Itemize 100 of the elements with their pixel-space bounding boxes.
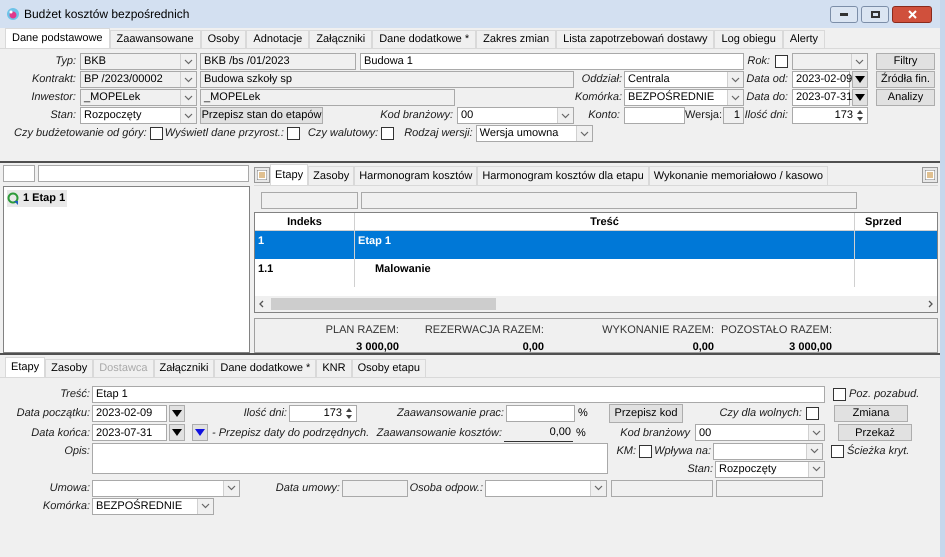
text-field[interactable]: 2023-07-31 bbox=[92, 424, 167, 442]
toolbar-button[interactable] bbox=[922, 167, 938, 183]
tab[interactable]: Załączniki bbox=[309, 30, 372, 48]
toolbar-button[interactable] bbox=[254, 167, 270, 183]
tab[interactable]: Osoby bbox=[200, 30, 246, 48]
tab[interactable]: Etapy bbox=[5, 357, 46, 377]
tab[interactable]: Zasoby bbox=[45, 359, 94, 377]
checkbox[interactable] bbox=[381, 127, 394, 140]
text-field[interactable]: Budowa 1 bbox=[360, 53, 744, 70]
caret-icon bbox=[184, 76, 193, 82]
dropdown[interactable]: 00 bbox=[695, 424, 825, 442]
tab[interactable]: Lista zapotrzebowań dostawy bbox=[556, 30, 714, 48]
text-field[interactable]: 2023-02-09 bbox=[92, 405, 167, 422]
text-field[interactable]: 2023-07-31 bbox=[792, 89, 850, 106]
table-row[interactable]: 1 Etap 1 bbox=[255, 231, 937, 259]
tree-item[interactable]: 1 Etap 1 bbox=[7, 190, 68, 206]
dropdown[interactable]: BEZPOŚREDNIE bbox=[624, 89, 744, 106]
field-label: Wpływa na: bbox=[653, 444, 712, 459]
dropdown[interactable]: Rozpoczęty bbox=[80, 107, 197, 124]
tab[interactable]: Zaawansowane bbox=[110, 30, 201, 48]
tab[interactable]: Załączniki bbox=[154, 359, 214, 377]
dropdown-button[interactable] bbox=[852, 89, 868, 106]
column-header[interactable]: Indeks bbox=[255, 213, 355, 230]
spinner-icon[interactable] bbox=[855, 109, 865, 122]
total-label: PLAN RAZEM: bbox=[326, 323, 399, 338]
text-field[interactable]: _MOPELek bbox=[200, 89, 455, 106]
tab[interactable]: Adnotacje bbox=[246, 30, 310, 48]
tab[interactable]: Osoby etapu bbox=[352, 359, 426, 377]
checkbox[interactable] bbox=[831, 444, 844, 458]
minimize-button[interactable] bbox=[830, 6, 858, 22]
text-field[interactable] bbox=[261, 192, 358, 209]
checkbox[interactable] bbox=[639, 444, 652, 458]
column-header[interactable]: Treść bbox=[355, 213, 855, 230]
maximize-button[interactable] bbox=[861, 6, 889, 22]
text-field[interactable] bbox=[716, 480, 823, 496]
caret-icon bbox=[184, 94, 193, 100]
dropdown-button[interactable] bbox=[169, 424, 185, 442]
dropdown-button[interactable] bbox=[169, 405, 185, 422]
scrollbar-thumb[interactable] bbox=[271, 298, 496, 310]
text-field[interactable] bbox=[624, 107, 685, 124]
button[interactable]: Źródła fin. bbox=[876, 71, 935, 88]
tab[interactable]: Dane podstawowe bbox=[5, 28, 110, 48]
tab[interactable]: Etapy bbox=[270, 164, 308, 185]
tab[interactable]: Dane dodatkowe * bbox=[214, 359, 316, 377]
caret-icon bbox=[812, 466, 821, 472]
checkbox[interactable] bbox=[150, 127, 163, 140]
text-field[interactable] bbox=[342, 480, 408, 496]
text-field[interactable]: Etap 1 bbox=[92, 386, 825, 403]
tab[interactable]: Wykonanie memoriałowo / kasowo bbox=[648, 166, 828, 185]
tab[interactable]: Zasoby bbox=[308, 166, 354, 185]
tab[interactable]: Log obiegu bbox=[714, 30, 783, 48]
tab[interactable]: Harmonogram kosztów dla etapu bbox=[477, 166, 649, 185]
text-field[interactable]: 2023-02-09 bbox=[792, 71, 850, 88]
field-label: Stan: bbox=[686, 462, 714, 477]
dropdown-button[interactable] bbox=[192, 424, 208, 442]
description-field[interactable] bbox=[92, 442, 608, 474]
text-field[interactable] bbox=[361, 192, 857, 209]
button[interactable]: Zmiana bbox=[834, 405, 908, 422]
text-field[interactable]: Budowa szkoły sp bbox=[200, 71, 574, 88]
button[interactable]: Przepisz stan do etapów bbox=[200, 107, 323, 124]
horizontal-scrollbar[interactable] bbox=[255, 296, 937, 312]
table-cell: 1.1 bbox=[255, 259, 355, 287]
button[interactable]: Analizy bbox=[876, 89, 935, 106]
tab[interactable]: KNR bbox=[316, 359, 352, 377]
close-button[interactable] bbox=[892, 6, 932, 22]
triangle-icon bbox=[172, 410, 182, 417]
tab[interactable]: Zakres zmian bbox=[476, 30, 556, 48]
button[interactable]: Filtry bbox=[876, 53, 935, 70]
checkbox[interactable] bbox=[833, 388, 846, 401]
text-field[interactable] bbox=[611, 480, 713, 496]
text-field[interactable]: 1 bbox=[723, 107, 744, 124]
checkbox[interactable] bbox=[775, 55, 788, 68]
button[interactable]: Przekaż bbox=[838, 424, 912, 442]
dropdown[interactable]: _MOPELek bbox=[80, 89, 197, 106]
dropdown[interactable]: BP /2023/00002 bbox=[80, 71, 197, 88]
tab[interactable]: Harmonogram kosztów bbox=[354, 166, 478, 185]
column-header[interactable]: Sprzed bbox=[855, 213, 937, 230]
text-field[interactable] bbox=[3, 165, 35, 182]
dropdown[interactable]: BEZPOŚREDNIE bbox=[92, 498, 214, 514]
text-field[interactable] bbox=[506, 405, 575, 422]
field-label: Data początku: bbox=[16, 406, 91, 422]
dropdown[interactable]: BKB bbox=[80, 53, 197, 70]
dropdown[interactable]: Wersja umowna bbox=[476, 125, 593, 142]
checkbox[interactable] bbox=[806, 407, 819, 420]
number-field[interactable]: 173 bbox=[289, 405, 357, 422]
tab[interactable]: Dane dodatkowe * bbox=[372, 30, 476, 48]
table-cell: Malowanie bbox=[355, 259, 855, 287]
text-field[interactable]: BKB /bs /01/2023 bbox=[200, 53, 356, 70]
dropdown-button[interactable] bbox=[852, 71, 868, 88]
spinner-icon[interactable] bbox=[344, 407, 354, 420]
dropdown[interactable]: Centrala bbox=[624, 71, 744, 88]
field-label: Wyświetl dane przyrost.: bbox=[164, 126, 285, 142]
dropdown[interactable]: Rozpoczęty bbox=[715, 460, 825, 478]
number-field[interactable]: 173 bbox=[792, 107, 868, 124]
text-field[interactable] bbox=[38, 165, 249, 182]
field-label: Komórka: bbox=[574, 90, 623, 106]
button[interactable]: Przepisz kod bbox=[609, 404, 683, 423]
tab[interactable]: Alerty bbox=[782, 30, 826, 48]
checkbox[interactable] bbox=[286, 127, 300, 140]
dropdown[interactable]: 00 bbox=[457, 107, 574, 124]
